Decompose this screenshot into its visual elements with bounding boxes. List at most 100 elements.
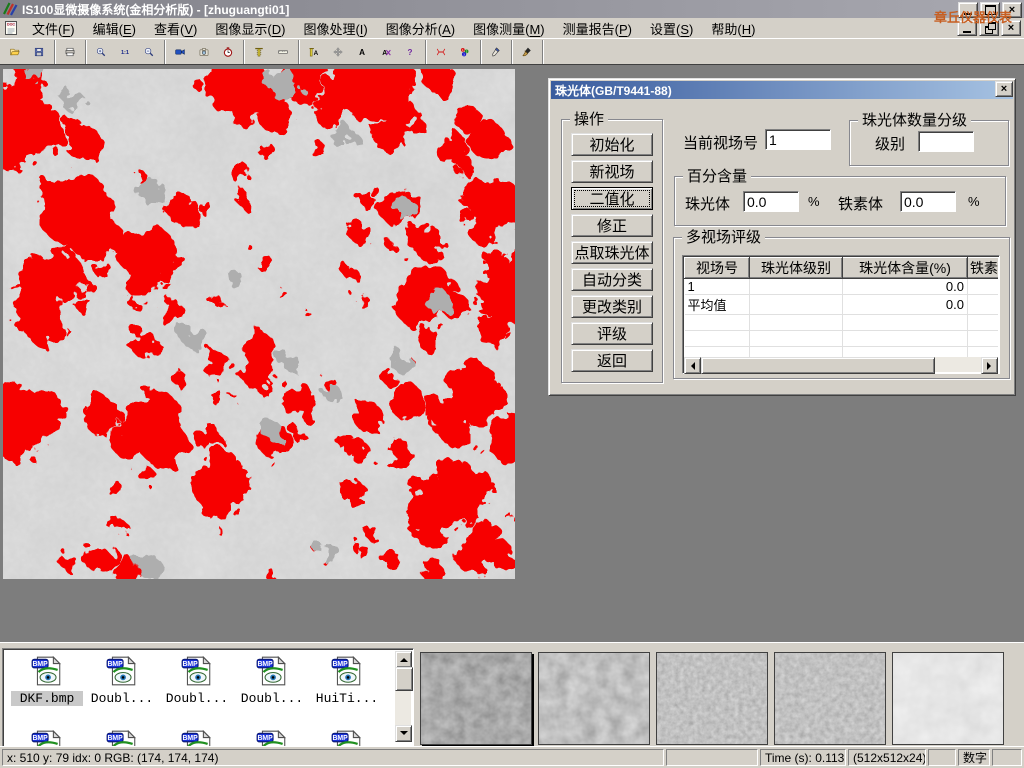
bmp-file-icon: BMP — [105, 729, 139, 747]
menu-item-a[interactable]: 图像分析(A) — [377, 18, 464, 39]
toolbar-curve-button[interactable] — [429, 41, 453, 63]
file-item[interactable]: BMPDoubl... — [161, 655, 233, 706]
toolbar-text-style-button[interactable]: A — [374, 41, 398, 63]
toolbar-save-button[interactable] — [27, 41, 51, 63]
close-icon: × — [1008, 23, 1014, 34]
file-item[interactable]: BMPDoubl... — [236, 655, 308, 706]
status-position: x: 510 y: 79 idx: 0 RGB: (174, 174, 174) — [2, 749, 664, 766]
toolbar-color-count-button[interactable]: 123 — [453, 41, 477, 63]
file-item[interactable]: BMPDKF.bmp — [11, 655, 83, 706]
column-header[interactable]: 铁素体含量(%) — [968, 258, 999, 279]
toolbar-timer-button[interactable] — [216, 41, 240, 63]
document-icon[interactable]: DOC — [3, 20, 19, 36]
toolbar-open-button[interactable] — [3, 41, 27, 63]
close-button[interactable]: × — [1002, 2, 1022, 18]
current-field-input[interactable] — [765, 129, 831, 150]
table-row[interactable] — [685, 315, 999, 331]
menu-item-v[interactable]: 查看(V) — [145, 18, 206, 39]
table-row[interactable] — [685, 331, 999, 347]
toolbar-text-button[interactable]: A — [350, 41, 374, 63]
thumbnail-4[interactable] — [774, 652, 886, 745]
file-item[interactable]: BMP — [236, 729, 308, 747]
thumbnail-5[interactable] — [892, 652, 1004, 745]
maximize-button[interactable] — [980, 2, 1000, 18]
file-item[interactable]: BMP — [86, 729, 158, 747]
scrollbar-track[interactable] — [935, 357, 981, 372]
file-browser: BMPDKF.bmpBMPDoubl...BMPDoubl...BMPDoubl… — [2, 648, 414, 747]
menu-item-s[interactable]: 设置(S) — [641, 18, 702, 39]
micrograph[interactable] — [3, 69, 515, 579]
op-button-9[interactable]: 返回 — [571, 349, 653, 372]
status-image-size: (512x512x24) — [848, 749, 926, 766]
scroll-down-button[interactable] — [395, 725, 412, 742]
toolbar-zoom-in-button[interactable] — [89, 41, 113, 63]
table-row[interactable] — [685, 347, 999, 358]
column-header[interactable]: 珠光体含量(%) — [843, 258, 968, 279]
scroll-right-button[interactable] — [981, 357, 998, 374]
application-window: IS100显微摄像系统(金相分析版) - [zhuguangti01] × 章丘… — [0, 0, 1024, 768]
child-close-button[interactable]: × — [1001, 20, 1021, 36]
table-row[interactable]: 10.0 — [685, 279, 999, 295]
toolbar-brush-button[interactable] — [515, 41, 539, 63]
status-time: Time (s): 0.113 — [760, 749, 846, 766]
toolbar-horizontal-ruler-button[interactable] — [271, 41, 295, 63]
toolbar-zoom-out-button[interactable] — [137, 41, 161, 63]
op-button-3[interactable]: 二值化 — [571, 187, 653, 210]
menu-item-i[interactable]: 图像处理(I) — [294, 18, 376, 39]
scrollbar-thumb[interactable] — [701, 357, 935, 374]
toolbar-vertical-ruler-button[interactable] — [247, 41, 271, 63]
scroll-left-button[interactable] — [684, 357, 701, 374]
arrow-down-icon — [400, 731, 408, 739]
text-icon: A — [357, 44, 367, 60]
menu-item-h[interactable]: 帮助(H) — [702, 18, 764, 39]
toolbar-pen-button[interactable] — [484, 41, 508, 63]
file-item[interactable]: BMPHuiTi... — [311, 655, 383, 706]
toolbar-video-camera-button[interactable] — [168, 41, 192, 63]
ferrite-percent-input[interactable] — [900, 191, 956, 212]
pearlite-percent-input[interactable] — [743, 191, 799, 212]
child-window-controls: × — [957, 20, 1021, 36]
file-vertical-scrollbar[interactable] — [395, 651, 411, 742]
menu-item-d[interactable]: 图像显示(D) — [206, 18, 294, 39]
table-row[interactable]: 平均值0.0 — [685, 295, 999, 315]
dialog-close-button[interactable]: × — [995, 81, 1013, 97]
toolbar-help-button[interactable]: ? — [398, 41, 422, 63]
op-button-7[interactable]: 更改类别 — [571, 295, 653, 318]
dialog-title-bar[interactable]: 珠光体(GB/T9441-88) — [551, 81, 1013, 99]
file-item[interactable]: BMP — [161, 729, 233, 747]
menu-item-m[interactable]: 图像测量(M) — [464, 18, 554, 39]
thumbnail-3[interactable] — [656, 652, 768, 745]
file-item[interactable]: BMP — [311, 729, 383, 747]
toolbar-print-button[interactable] — [58, 41, 82, 63]
op-button-1[interactable]: 初始化 — [571, 133, 653, 156]
toolbar-measure-text-button[interactable]: A — [302, 41, 326, 63]
op-button-2[interactable]: 新视场 — [571, 160, 653, 183]
scrollbar-thumb[interactable] — [395, 667, 413, 691]
column-header[interactable]: 珠光体级别 — [750, 258, 843, 279]
menu-item-p[interactable]: 测量报告(P) — [554, 18, 641, 39]
child-restore-button[interactable] — [979, 20, 999, 36]
file-item[interactable]: BMPDoubl... — [86, 655, 158, 706]
scroll-up-button[interactable] — [395, 651, 412, 668]
toolbar-actual-size-button[interactable]: 1:1 — [113, 41, 137, 63]
bmp-file-icon: BMP — [105, 655, 139, 687]
toolbar-camera-button[interactable] — [192, 41, 216, 63]
rating-table: 视场号珠光体级别珠光体含量(%)铁素体含量(%) 10.0平均值0.0 — [682, 255, 1000, 374]
toolbar-move-button[interactable] — [326, 41, 350, 63]
column-header[interactable]: 视场号 — [685, 258, 750, 279]
op-button-8[interactable]: 评级 — [571, 322, 653, 345]
menu-item-e[interactable]: 编辑(E) — [84, 18, 145, 39]
table-cell — [750, 279, 843, 295]
file-item[interactable]: BMP — [11, 729, 83, 747]
table-cell — [843, 315, 968, 331]
thumbnail-2[interactable] — [538, 652, 650, 745]
level-input[interactable] — [918, 131, 974, 152]
op-button-4[interactable]: 修正 — [571, 214, 653, 237]
thumbnail-1[interactable] — [420, 652, 532, 745]
op-button-6[interactable]: 自动分类 — [571, 268, 653, 291]
op-button-5[interactable]: 点取珠光体 — [571, 241, 653, 264]
table-horizontal-scrollbar[interactable] — [684, 357, 998, 372]
child-minimize-button[interactable] — [957, 20, 977, 36]
minimize-button[interactable] — [958, 2, 978, 18]
menu-item-f[interactable]: 文件(F) — [23, 18, 84, 39]
